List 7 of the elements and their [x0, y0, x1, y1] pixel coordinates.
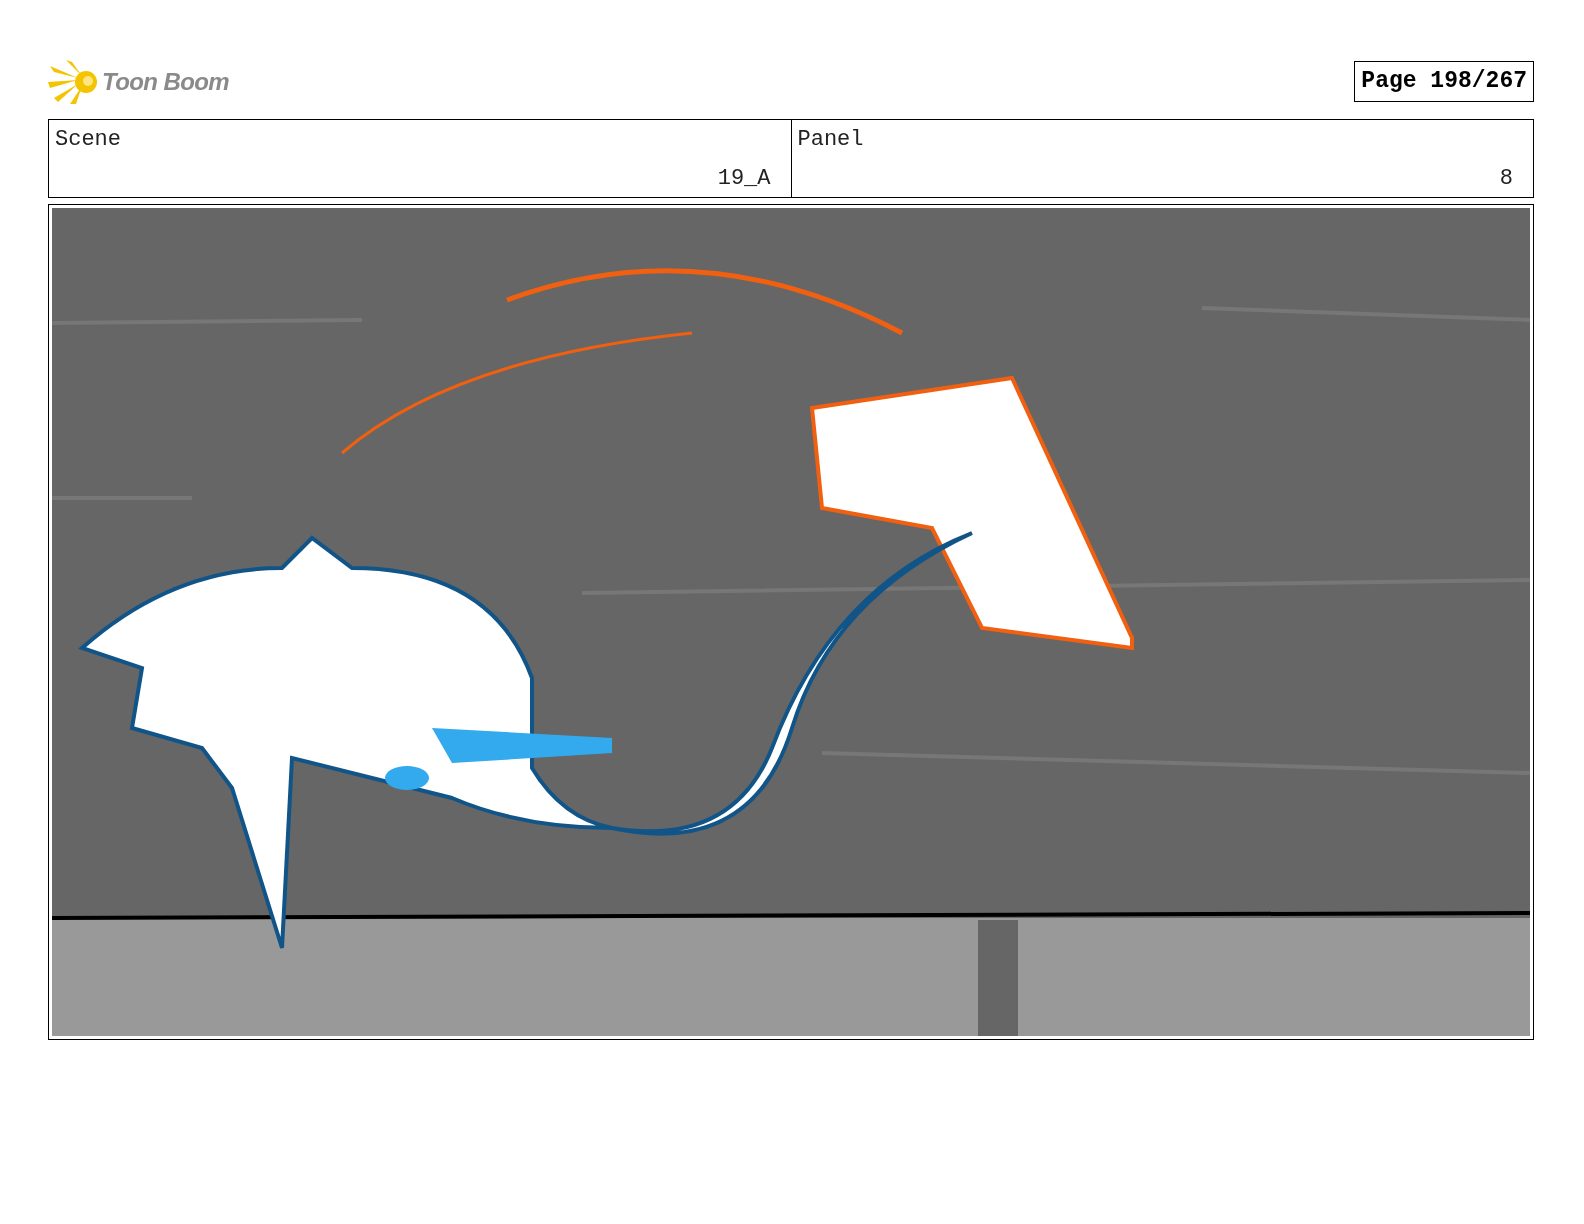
field-label: Panel [797, 126, 864, 154]
page-number: Page 198/267 [1354, 61, 1534, 102]
logo-icon [48, 58, 98, 106]
field-value: 8 [1499, 165, 1513, 193]
field-value: 19_A [717, 165, 771, 193]
field-label: Scene [55, 126, 121, 154]
logo-text: Toon Boom [102, 67, 229, 97]
